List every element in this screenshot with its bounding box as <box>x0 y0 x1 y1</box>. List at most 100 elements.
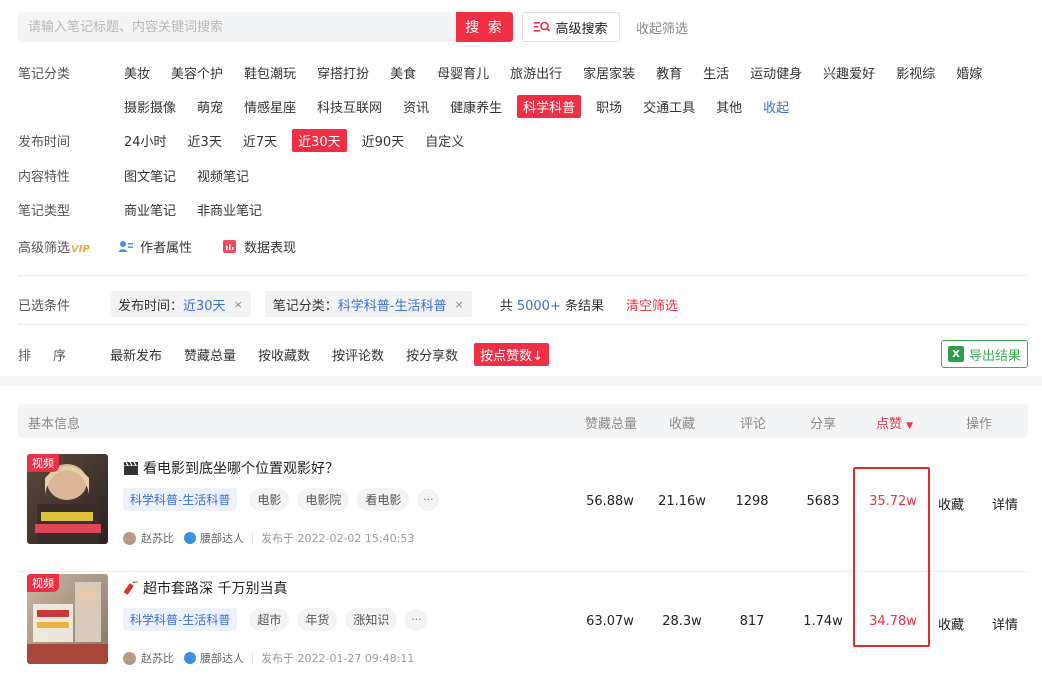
sort-option[interactable]: 赞藏总量 <box>184 345 236 364</box>
keyword-tag[interactable]: 看电影 <box>357 488 410 511</box>
category-option[interactable]: 母婴育儿 <box>431 61 495 84</box>
level-icon <box>184 652 196 664</box>
sort-option[interactable]: 按评论数 <box>332 345 384 364</box>
cell-total: 63.07w <box>586 614 634 629</box>
collect-button[interactable]: 收藏 <box>938 494 964 513</box>
selected-chip-category: 笔记分类： 科学科普-生活科普 × <box>264 291 472 317</box>
sort-option[interactable]: 按分享数 <box>406 345 458 364</box>
note-cover-image[interactable]: 视频 <box>27 574 108 664</box>
result-count: 共 5000+ 条结果 <box>499 298 604 314</box>
time-option[interactable]: 近7天 <box>237 129 283 152</box>
search-row: 搜 索 高级搜索 收起筛选 <box>18 12 688 42</box>
category-option[interactable]: 旅游出行 <box>504 61 568 84</box>
category-option[interactable]: 运动健身 <box>744 61 808 84</box>
keyword-tag[interactable]: 涨知识 <box>345 608 398 631</box>
category-option-active[interactable]: 科学科普 <box>517 94 582 118</box>
author-name[interactable]: 赵苏比 <box>141 650 174 666</box>
note-type-option[interactable]: 非商业笔记 <box>191 198 268 221</box>
category-option[interactable]: 萌宠 <box>191 95 229 118</box>
more-tags-button[interactable]: ··· <box>417 488 440 511</box>
category-option[interactable]: 科技互联网 <box>311 95 388 118</box>
header-total[interactable]: 赞藏总量 <box>585 413 637 432</box>
publish-time-label: 发布时间 <box>18 134 71 150</box>
sort-option[interactable]: 最新发布 <box>110 345 162 364</box>
category-tag[interactable]: 科学科普-生活科普 <box>123 488 238 511</box>
author-attribute-filter[interactable]: 作者属性 <box>118 237 192 256</box>
category-option[interactable]: 摄影摄像 <box>118 95 182 118</box>
category-option[interactable]: 情感星座 <box>238 95 302 118</box>
time-option[interactable]: 24小时 <box>118 129 173 152</box>
category-option[interactable]: 家居家装 <box>577 61 641 84</box>
time-option[interactable]: 近90天 <box>356 129 411 152</box>
time-option[interactable]: 自定义 <box>419 129 470 152</box>
category-option[interactable]: 婚嫁 <box>950 61 988 84</box>
keyword-tag[interactable]: 电影院 <box>297 488 350 511</box>
category-option[interactable]: 影视综 <box>890 61 941 84</box>
selected-label: 已选条件 <box>18 298 71 314</box>
category-tag[interactable]: 科学科普-生活科普 <box>123 608 238 631</box>
advanced-search-icon <box>534 20 551 34</box>
sort-option-active[interactable]: 按点赞数↓ <box>474 342 549 366</box>
author-name[interactable]: 赵苏比 <box>141 530 174 546</box>
export-button[interactable]: X 导出结果 <box>941 340 1028 368</box>
data-performance-filter[interactable]: 数据表现 <box>222 237 296 256</box>
clear-filters-link[interactable]: 清空筛选 <box>626 295 678 314</box>
cell-total: 56.88w <box>586 494 634 509</box>
cell-share: 1.74w <box>803 614 843 629</box>
sort-option[interactable]: 按收藏数 <box>258 345 310 364</box>
keyword-tag[interactable]: 年货 <box>297 608 338 631</box>
detail-button[interactable]: 详情 <box>992 494 1018 513</box>
collect-button[interactable]: 收藏 <box>938 614 964 633</box>
category-collapse-link[interactable]: 收起 <box>757 95 795 118</box>
category-option[interactable]: 穿搭打扮 <box>311 61 375 84</box>
category-option[interactable]: 美食 <box>384 61 422 84</box>
keyword-tag[interactable]: 超市 <box>249 608 290 631</box>
vip-badge: VIP <box>71 243 90 255</box>
video-badge: 视频 <box>27 454 59 472</box>
detail-button[interactable]: 详情 <box>992 614 1018 633</box>
note-type-option[interactable]: 商业笔记 <box>118 198 182 221</box>
category-option[interactable]: 鞋包潮玩 <box>238 61 302 84</box>
content-type-option[interactable]: 视频笔记 <box>191 164 255 187</box>
avatar[interactable] <box>123 651 136 665</box>
category-option[interactable]: 美容个护 <box>165 61 229 84</box>
time-option[interactable]: 近3天 <box>182 129 228 152</box>
keyword-tag[interactable]: 电影 <box>249 488 290 511</box>
advanced-search-button[interactable]: 高级搜索 <box>522 12 620 42</box>
avatar[interactable] <box>123 531 136 545</box>
header-comment[interactable]: 评论 <box>740 413 766 432</box>
note-type-label: 笔记类型 <box>18 203 71 219</box>
more-tags-button[interactable]: ··· <box>405 608 428 631</box>
category-option[interactable]: 其他 <box>710 95 748 118</box>
time-option-active[interactable]: 近30天 <box>292 128 347 152</box>
category-option[interactable]: 生活 <box>697 61 735 84</box>
content-type-label: 内容特性 <box>18 169 71 185</box>
category-option[interactable]: 职场 <box>590 95 628 118</box>
author-level: 腰部达人 <box>200 652 244 665</box>
category-row-1: 笔记分类 美妆 美容个护 鞋包潮玩 穿搭打扮 美食 母婴育儿 旅游出行 家居家装… <box>18 61 997 83</box>
close-icon[interactable]: × <box>234 298 243 311</box>
note-title[interactable]: 看电影到底坐哪个位置观影好？ <box>123 458 339 478</box>
category-option[interactable]: 兴趣爱好 <box>817 61 881 84</box>
note-meta: 赵苏比 腰部达人 发布于 2022-01-27 09:48:11 <box>123 650 414 666</box>
category-option[interactable]: 健康养生 <box>444 95 508 118</box>
collapse-filter-link[interactable]: 收起筛选 <box>636 18 688 37</box>
note-cover-image[interactable]: 视频 <box>27 454 108 544</box>
publish-date: 发布于 2022-01-27 09:48:11 <box>261 652 415 665</box>
content-type-row: 内容特性 图文笔记 视频笔记 <box>18 164 264 186</box>
header-share[interactable]: 分享 <box>810 413 836 432</box>
header-like[interactable]: 点赞 ▼ <box>876 413 913 432</box>
category-option[interactable]: 美妆 <box>118 61 156 84</box>
category-option[interactable]: 资讯 <box>397 95 435 118</box>
like-column-highlight <box>853 467 930 647</box>
note-title[interactable]: 超市套路深 千万别当真 <box>123 578 287 598</box>
advanced-filter-label: 高级筛选VIP <box>18 240 90 256</box>
advanced-search-label: 高级搜索 <box>555 21 608 37</box>
category-option[interactable]: 教育 <box>650 61 688 84</box>
search-input[interactable] <box>18 12 456 42</box>
header-collect[interactable]: 收藏 <box>669 413 695 432</box>
search-button[interactable]: 搜 索 <box>456 12 513 42</box>
category-option[interactable]: 交通工具 <box>637 95 701 118</box>
close-icon[interactable]: × <box>455 298 464 311</box>
content-type-option[interactable]: 图文笔记 <box>118 164 182 187</box>
